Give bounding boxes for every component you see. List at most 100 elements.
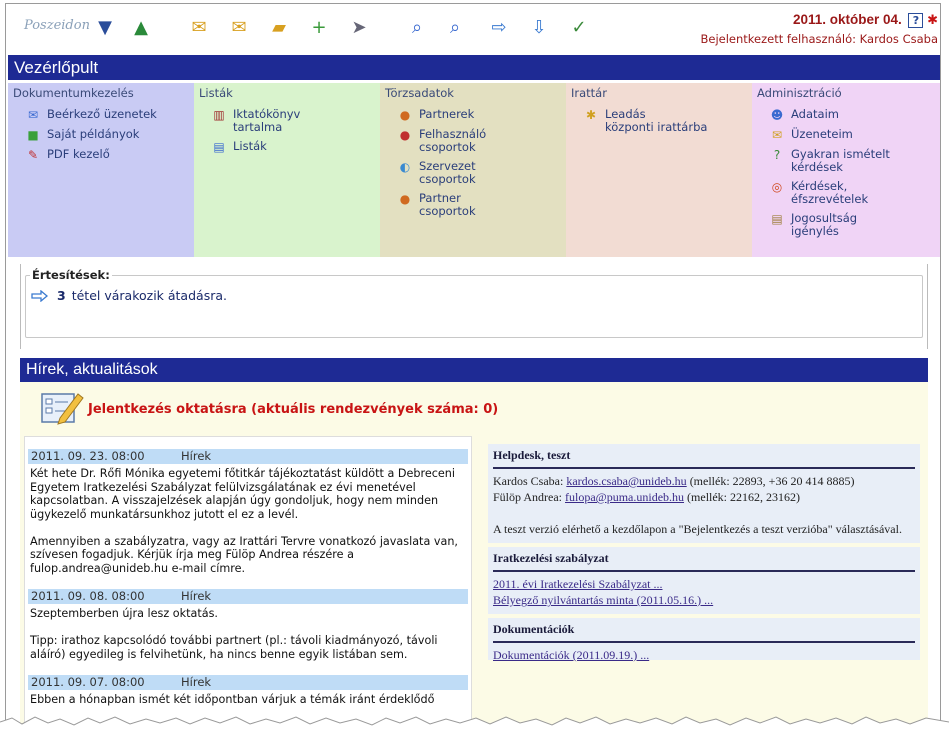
panel-item[interactable]: ● Felhasználó csoportok [397, 128, 561, 154]
send-icon[interactable]: ➤ [346, 14, 372, 40]
panel-item-label: Beérkező üzenetek [47, 107, 157, 121]
panel-item[interactable]: ◐ Szervezet csoportok [397, 160, 561, 186]
panel-item[interactable]: ● Partnerek [397, 108, 561, 123]
archive-icon: ✱ [585, 108, 597, 122]
news-item-header: 2011. 09. 07. 08:00 Hírek [28, 675, 468, 690]
helpdesk-title: Helpdesk, teszt [493, 448, 915, 469]
user-groups-icon: ● [399, 128, 411, 142]
news-body: Szeptemberben újra lesz oktatás. Tipp: i… [30, 607, 438, 661]
test-version-note: A teszt verzió elérhető a kezdőlapon a "… [493, 522, 902, 536]
news-date: 2011. 09. 07. 08:00 [31, 675, 145, 689]
arrow-down-icon[interactable]: ⇩ [526, 14, 552, 40]
incoming-doc-icon[interactable]: ▼ [92, 14, 118, 40]
arrow-right-icon [31, 289, 49, 302]
helpdesk-box: Helpdesk, teszt Kardos Csaba: kardos.csa… [488, 444, 920, 543]
folder-icon: ■ [27, 128, 39, 142]
search-detail-icon[interactable]: ⌕ [442, 14, 468, 40]
list-icon: ▤ [213, 140, 225, 154]
panel-item[interactable]: ? Gyakran ismételt kérdések [769, 148, 935, 174]
panel-item-label: Kérdések, éfszrevételek [791, 179, 869, 206]
panel-item-label: Saját példányok [47, 127, 140, 141]
panel-item[interactable]: ✎ PDF kezelő [25, 147, 189, 163]
news-list: 2011. 09. 23. 08:00 Hírek Két hete Dr. Rőf… [24, 436, 472, 727]
user-icon: ☻ [770, 108, 784, 122]
toolbar: Poszeidon ▼ ▲ ✉ ✉ ▰ + ➤ ⌕ ⌕ ⇨ ⇩ ✓ 2011. október 04.… [6, 4, 940, 54]
news-body: Két hete Dr. Rőfi Mónika egyetemi főtitk… [30, 467, 458, 575]
news-sidebar: Helpdesk, teszt Kardos Csaba: kardos.csa… [488, 444, 920, 664]
messages-icon: ✉ [771, 128, 783, 142]
lifebuoy-icon: ◎ [771, 180, 783, 194]
rules-link[interactable]: 2011. évi Iratkezelési Szabályzat ... [493, 577, 662, 591]
news-item-header: 2011. 09. 23. 08:00 Hírek [28, 449, 468, 464]
panel-title: Törzsadatok [385, 86, 454, 100]
logo-text: Poszeidon [24, 18, 90, 33]
news-item-header: 2011. 09. 08. 08:00 Hírek [28, 589, 468, 604]
news-title: Hírek, aktualitások [20, 358, 928, 382]
contact-name: Fülöp Andrea: [493, 490, 562, 504]
checklist-icon[interactable]: ✓ [566, 14, 592, 40]
notification-count: 3 [57, 288, 66, 303]
docs-box: Dokumentációk Dokumentációk (2011.09.19.… [488, 618, 920, 662]
faq-icon: ? [773, 148, 781, 162]
logged-in-user: Bejelentkezett felhasználó: Kardos Csaba [700, 32, 938, 46]
notification-item[interactable]: 3 tétel várakozik átadásra. [31, 288, 227, 303]
help-icon[interactable]: ? [908, 13, 924, 28]
event-signup-link[interactable]: Jelentkezés oktatásra (aktuális rendezvé… [88, 402, 498, 417]
search-icon[interactable]: ⌕ [404, 14, 430, 40]
panel-item[interactable]: ◎ Kérdések, éfszrevételek [769, 180, 935, 206]
notifications-title: Értesítések: [32, 268, 110, 282]
panel-item-label: Jogosultság igénylés [791, 211, 858, 238]
panel-4: Adminisztráció ☻ Adataim ✉ Üzeneteim? Gyakran… [752, 83, 940, 257]
email-link[interactable]: fulopa@puma.unideb.hu [565, 490, 684, 504]
panel-item-label: Üzeneteim [791, 127, 853, 141]
arrow-right-icon[interactable]: ⇨ [486, 14, 512, 40]
panel-item[interactable]: ● Partner csoportok [397, 192, 561, 218]
panel-item[interactable]: ▤ Jogosultság igénylés [769, 212, 935, 238]
current-date: 2011. október 04. [792, 12, 902, 27]
panel-item[interactable]: ✱ Leadás központi irattárba [583, 108, 747, 134]
panel-item-label: Adataim [791, 107, 839, 121]
event-signup-icon[interactable] [40, 388, 84, 426]
panel-item[interactable]: ■ Saját példányok [25, 127, 189, 143]
stamp-register-link[interactable]: Bélyegző nyilvántartás minta (2011.05.16… [493, 593, 713, 607]
contact-phone: (mellék: 22893, +36 20 414 8885) [689, 474, 855, 488]
inbox-icon: ✉ [27, 108, 39, 122]
news-date: 2011. 09. 08. 08:00 [31, 589, 145, 603]
contact-fulop: Fülöp Andrea: fulopa@puma.unideb.hu (mel… [493, 489, 915, 505]
contact-phone: (mellék: 22162, 23162) [687, 490, 801, 504]
folder-open-mail-icon[interactable]: ✉ [226, 14, 252, 40]
folder-mail-icon[interactable]: ✉ [186, 14, 212, 40]
torn-edge [0, 716, 949, 743]
logout-icon[interactable]: ✱ [927, 13, 938, 28]
panel-item-label: Listák [233, 139, 267, 153]
email-link[interactable]: kardos.csaba@unideb.hu [566, 474, 686, 488]
news-section: Jelentkezés oktatásra (aktuális rendezvé… [20, 382, 928, 727]
panel-item[interactable]: ✉ Üzeneteim [769, 127, 935, 143]
permission-icon: ▤ [771, 212, 783, 226]
browser-frame: Poszeidon ▼ ▲ ✉ ✉ ▰ + ➤ ⌕ ⌕ ⇨ ⇩ ✓ 2011. október 04.… [5, 3, 941, 728]
control-panel-title: Vezérlőpult [8, 55, 940, 80]
panel-item-label: Partner csoportok [419, 191, 476, 218]
panel-item[interactable]: ▤ Listák [211, 139, 375, 155]
logo: Poszeidon [14, 10, 90, 48]
panel-item-label: PDF kezelő [47, 147, 110, 161]
panel-item-label: Iktatókönyv tartalma [233, 107, 301, 134]
folder-icon[interactable]: ▰ [266, 14, 292, 40]
panel-item[interactable]: ▥ Iktatókönyv tartalma [211, 108, 375, 134]
rules-title: Iratkezelési szabályzat [493, 551, 915, 572]
folder-add-icon[interactable]: + [306, 14, 332, 40]
outgoing-doc-icon[interactable]: ▲ [128, 14, 154, 40]
panel-2: Törzsadatok ● Partnerek ● Felhasználó csopor… [380, 83, 566, 257]
docs-link[interactable]: Dokumentációk (2011.09.19.) ... [493, 648, 649, 662]
header-info: 2011. október 04. ? ✱ Bejelentkezett fel… [700, 12, 938, 46]
books-icon: ▥ [213, 108, 225, 122]
panel-item[interactable]: ☻ Adataim [769, 107, 935, 123]
partners-icon: ● [399, 108, 411, 122]
notifications-section: Értesítések: 3 tétel várakozik átadásra. [20, 264, 928, 349]
panel-title: Listák [199, 86, 233, 100]
news-date: 2011. 09. 23. 08:00 [31, 449, 145, 463]
panel-title: Irattár [571, 86, 607, 100]
control-panel: Dokumentumkezelés ✉ Beérkező üzenetek ■ Sajá… [8, 83, 940, 257]
panel-item[interactable]: ✉ Beérkező üzenetek [25, 107, 189, 123]
news-category: Hírek [181, 675, 212, 689]
